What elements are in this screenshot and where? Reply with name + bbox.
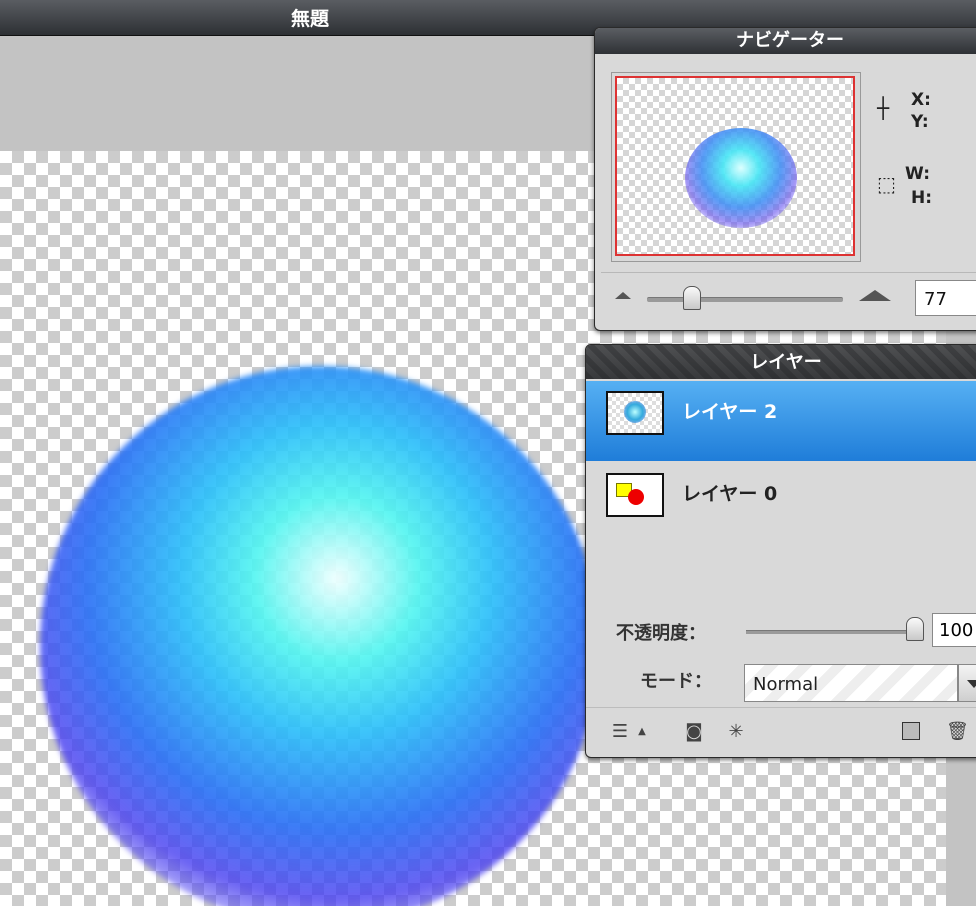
chevron-down-icon[interactable] bbox=[958, 664, 976, 702]
navigator-title[interactable]: ナビゲーター bbox=[595, 28, 976, 54]
blend-mode-select[interactable]: Normal bbox=[744, 664, 958, 702]
navigator-divider bbox=[601, 272, 976, 273]
layers-title[interactable]: レイヤー bbox=[586, 345, 976, 379]
layer-name: レイヤー 2 bbox=[682, 401, 778, 423]
crosshair-icon: ┼ bbox=[877, 96, 890, 120]
layer-row-0[interactable]: レイヤー 0 bbox=[586, 463, 976, 543]
y-label: Y: bbox=[911, 112, 929, 132]
navigator-panel: ナビゲーター ┼ X: Y: ⬚ W: H: 77 bbox=[594, 27, 976, 331]
w-label: W: bbox=[905, 164, 931, 184]
small-mountain-icon[interactable] bbox=[615, 292, 631, 299]
layers-toolbar: ☰ ▲ ◙ ✳ 🗑 bbox=[586, 707, 976, 757]
layer-name: レイヤー 0 bbox=[682, 483, 778, 505]
new-layer-icon[interactable] bbox=[902, 722, 922, 742]
layer-thumbnail bbox=[606, 391, 664, 435]
mode-label: モード： bbox=[640, 671, 712, 692]
opacity-input[interactable]: 100 bbox=[932, 613, 976, 647]
zoom-input[interactable]: 77 bbox=[915, 280, 976, 316]
glow-orb bbox=[40, 366, 600, 906]
zoom-slider-thumb[interactable] bbox=[683, 286, 701, 310]
thumbnail-red-dot bbox=[628, 489, 644, 505]
trash-icon[interactable]: 🗑 bbox=[946, 722, 969, 742]
adjustment-icon[interactable]: ✳ bbox=[726, 722, 746, 742]
h-label: H: bbox=[911, 188, 933, 208]
navigator-preview[interactable] bbox=[615, 76, 855, 256]
layer-mask-icon[interactable]: ◙ bbox=[684, 722, 704, 742]
layer-row-2[interactable]: レイヤー 2 bbox=[586, 381, 976, 461]
selection-size-icon: ⬚ bbox=[877, 172, 896, 196]
caret-up-icon[interactable]: ▲ bbox=[632, 722, 652, 742]
large-mountain-icon[interactable] bbox=[859, 290, 891, 301]
layer-thumbnail bbox=[606, 473, 664, 517]
opacity-slider-thumb[interactable] bbox=[906, 617, 924, 641]
opacity-slider-track[interactable] bbox=[746, 630, 916, 634]
x-label: X: bbox=[911, 90, 931, 110]
layer-styles-icon[interactable]: ☰ bbox=[610, 722, 630, 742]
layers-panel: レイヤー レイヤー 2 レイヤー 0 不透明度： 100 モード： Normal… bbox=[585, 344, 976, 758]
zoom-slider-track[interactable] bbox=[647, 297, 843, 302]
document-title: 無題 bbox=[290, 8, 329, 30]
thumbnail-orb bbox=[624, 401, 646, 423]
preview-orb bbox=[685, 128, 797, 228]
opacity-label: 不透明度： bbox=[616, 623, 706, 644]
